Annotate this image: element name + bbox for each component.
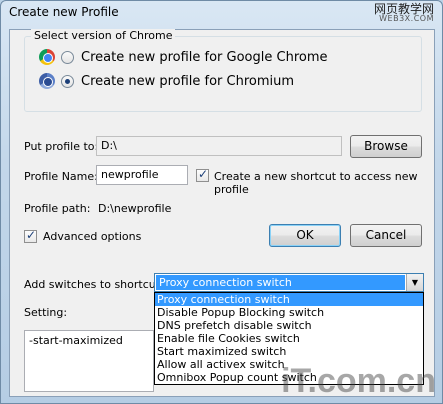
cancel-button[interactable]: Cancel: [350, 224, 422, 247]
dialog-window: Create new Profile 网页教学网 WEB3X.COM Selec…: [0, 0, 443, 404]
add-switches-label: Add switches to shortcut:: [24, 278, 164, 291]
watermark-bottom: iT.com.cn: [281, 362, 436, 400]
switches-select[interactable]: Proxy connection switch ▼: [154, 273, 424, 292]
create-shortcut-label: Create a new shortcut to access new prof…: [214, 170, 418, 196]
dialog-body: Select version of Chrome Create new prof…: [9, 29, 435, 397]
dropdown-item[interactable]: DNS prefetch disable switch: [155, 319, 423, 332]
browse-button[interactable]: Browse: [350, 135, 422, 158]
dropdown-item[interactable]: Start maximized switch: [155, 345, 423, 358]
option-google-chrome[interactable]: Create new profile for Google Chrome: [39, 49, 328, 65]
profile-path-label: Profile path:: [24, 202, 91, 215]
watermark-top-url: WEB3X.COM: [379, 14, 434, 23]
radio-chromium[interactable]: [61, 74, 74, 88]
setting-textarea[interactable]: -start-maximized: [24, 330, 154, 392]
put-profile-field[interactable]: D:\: [96, 136, 342, 156]
version-group-legend: Select version of Chrome: [31, 29, 176, 42]
chrome-icon: [39, 49, 55, 65]
option-chromium-label: Create new profile for Chromium: [81, 73, 295, 89]
window-title: Create new Profile: [9, 5, 119, 19]
chromium-icon: [39, 73, 55, 89]
setting-label: Setting:: [24, 306, 68, 319]
profile-name-field[interactable]: newprofile: [96, 165, 188, 185]
dropdown-item[interactable]: Proxy connection switch: [155, 293, 423, 306]
watermark-top: 网页教学网 WEB3X.COM: [374, 3, 434, 23]
ok-button[interactable]: OK: [269, 224, 341, 247]
radio-google-chrome[interactable]: [61, 50, 74, 64]
create-shortcut-checkbox[interactable]: [196, 167, 209, 182]
dropdown-item[interactable]: Disable Popup Blocking switch: [155, 306, 423, 319]
chevron-down-icon[interactable]: ▼: [406, 274, 423, 291]
advanced-options-checkbox[interactable]: [24, 228, 37, 243]
profile-name-label: Profile Name:: [24, 170, 98, 183]
put-profile-label: Put profile to:: [24, 140, 99, 153]
profile-path-value: D:\newprofile: [98, 202, 172, 215]
switches-select-value: Proxy connection switch: [156, 275, 405, 290]
advanced-options-label: Advanced options: [43, 230, 142, 243]
option-chromium[interactable]: Create new profile for Chromium: [39, 73, 294, 89]
version-group: Select version of Chrome Create new prof…: [24, 29, 422, 112]
dropdown-item[interactable]: Enable file Cookies switch: [155, 332, 423, 345]
option-google-chrome-label: Create new profile for Google Chrome: [81, 49, 328, 65]
